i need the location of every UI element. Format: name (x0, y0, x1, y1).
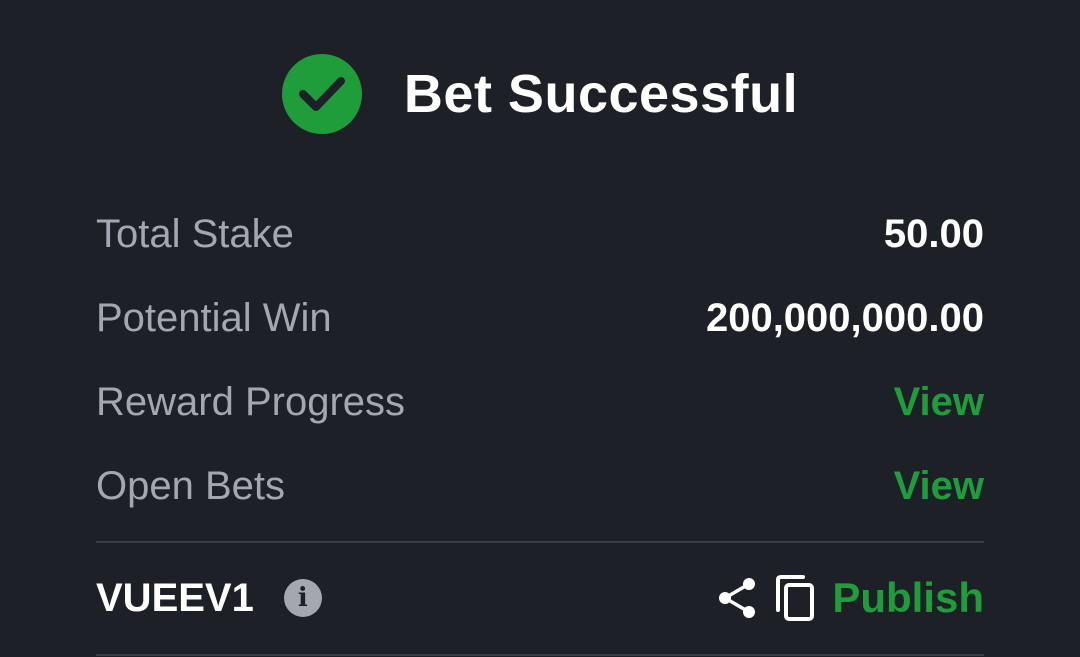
potential-win-value: 200,000,000.00 (705, 295, 984, 340)
booking-code-group: VUEEV1 i (96, 576, 322, 621)
divider (96, 541, 984, 543)
publish-button[interactable]: Publish (832, 574, 984, 622)
bet-success-panel: Bet Successful Total Stake 50.00 Potenti… (0, 0, 1080, 657)
total-stake-value: 50.00 (883, 211, 984, 256)
check-circle-icon (281, 54, 362, 134)
open-bets-view-link[interactable]: View (894, 464, 984, 509)
copy-icon[interactable] (774, 574, 816, 622)
booking-code: VUEEV1 (96, 575, 254, 620)
bet-summary: Total Stake 50.00 Potential Win 200,000,… (96, 192, 984, 528)
open-bets-label: Open Bets (96, 463, 286, 508)
bottom-divider (96, 654, 984, 656)
potential-win-row: Potential Win 200,000,000.00 (96, 276, 984, 360)
total-stake-row: Total Stake 50.00 (96, 192, 984, 276)
page-title: Bet Successful (403, 64, 799, 124)
reward-progress-label: Reward Progress (96, 379, 406, 424)
open-bets-row: Open Bets View (96, 444, 984, 528)
share-icon[interactable] (716, 576, 758, 620)
potential-win-label: Potential Win (96, 295, 332, 340)
booking-footer: VUEEV1 i Publish (96, 560, 984, 636)
reward-progress-row: Reward Progress View (96, 360, 984, 444)
info-icon[interactable]: i (283, 579, 322, 617)
share-actions: Publish (716, 574, 984, 622)
total-stake-label: Total Stake (96, 211, 294, 256)
success-header: Bet Successful (0, 54, 1080, 134)
reward-progress-view-link[interactable]: View (894, 380, 984, 425)
